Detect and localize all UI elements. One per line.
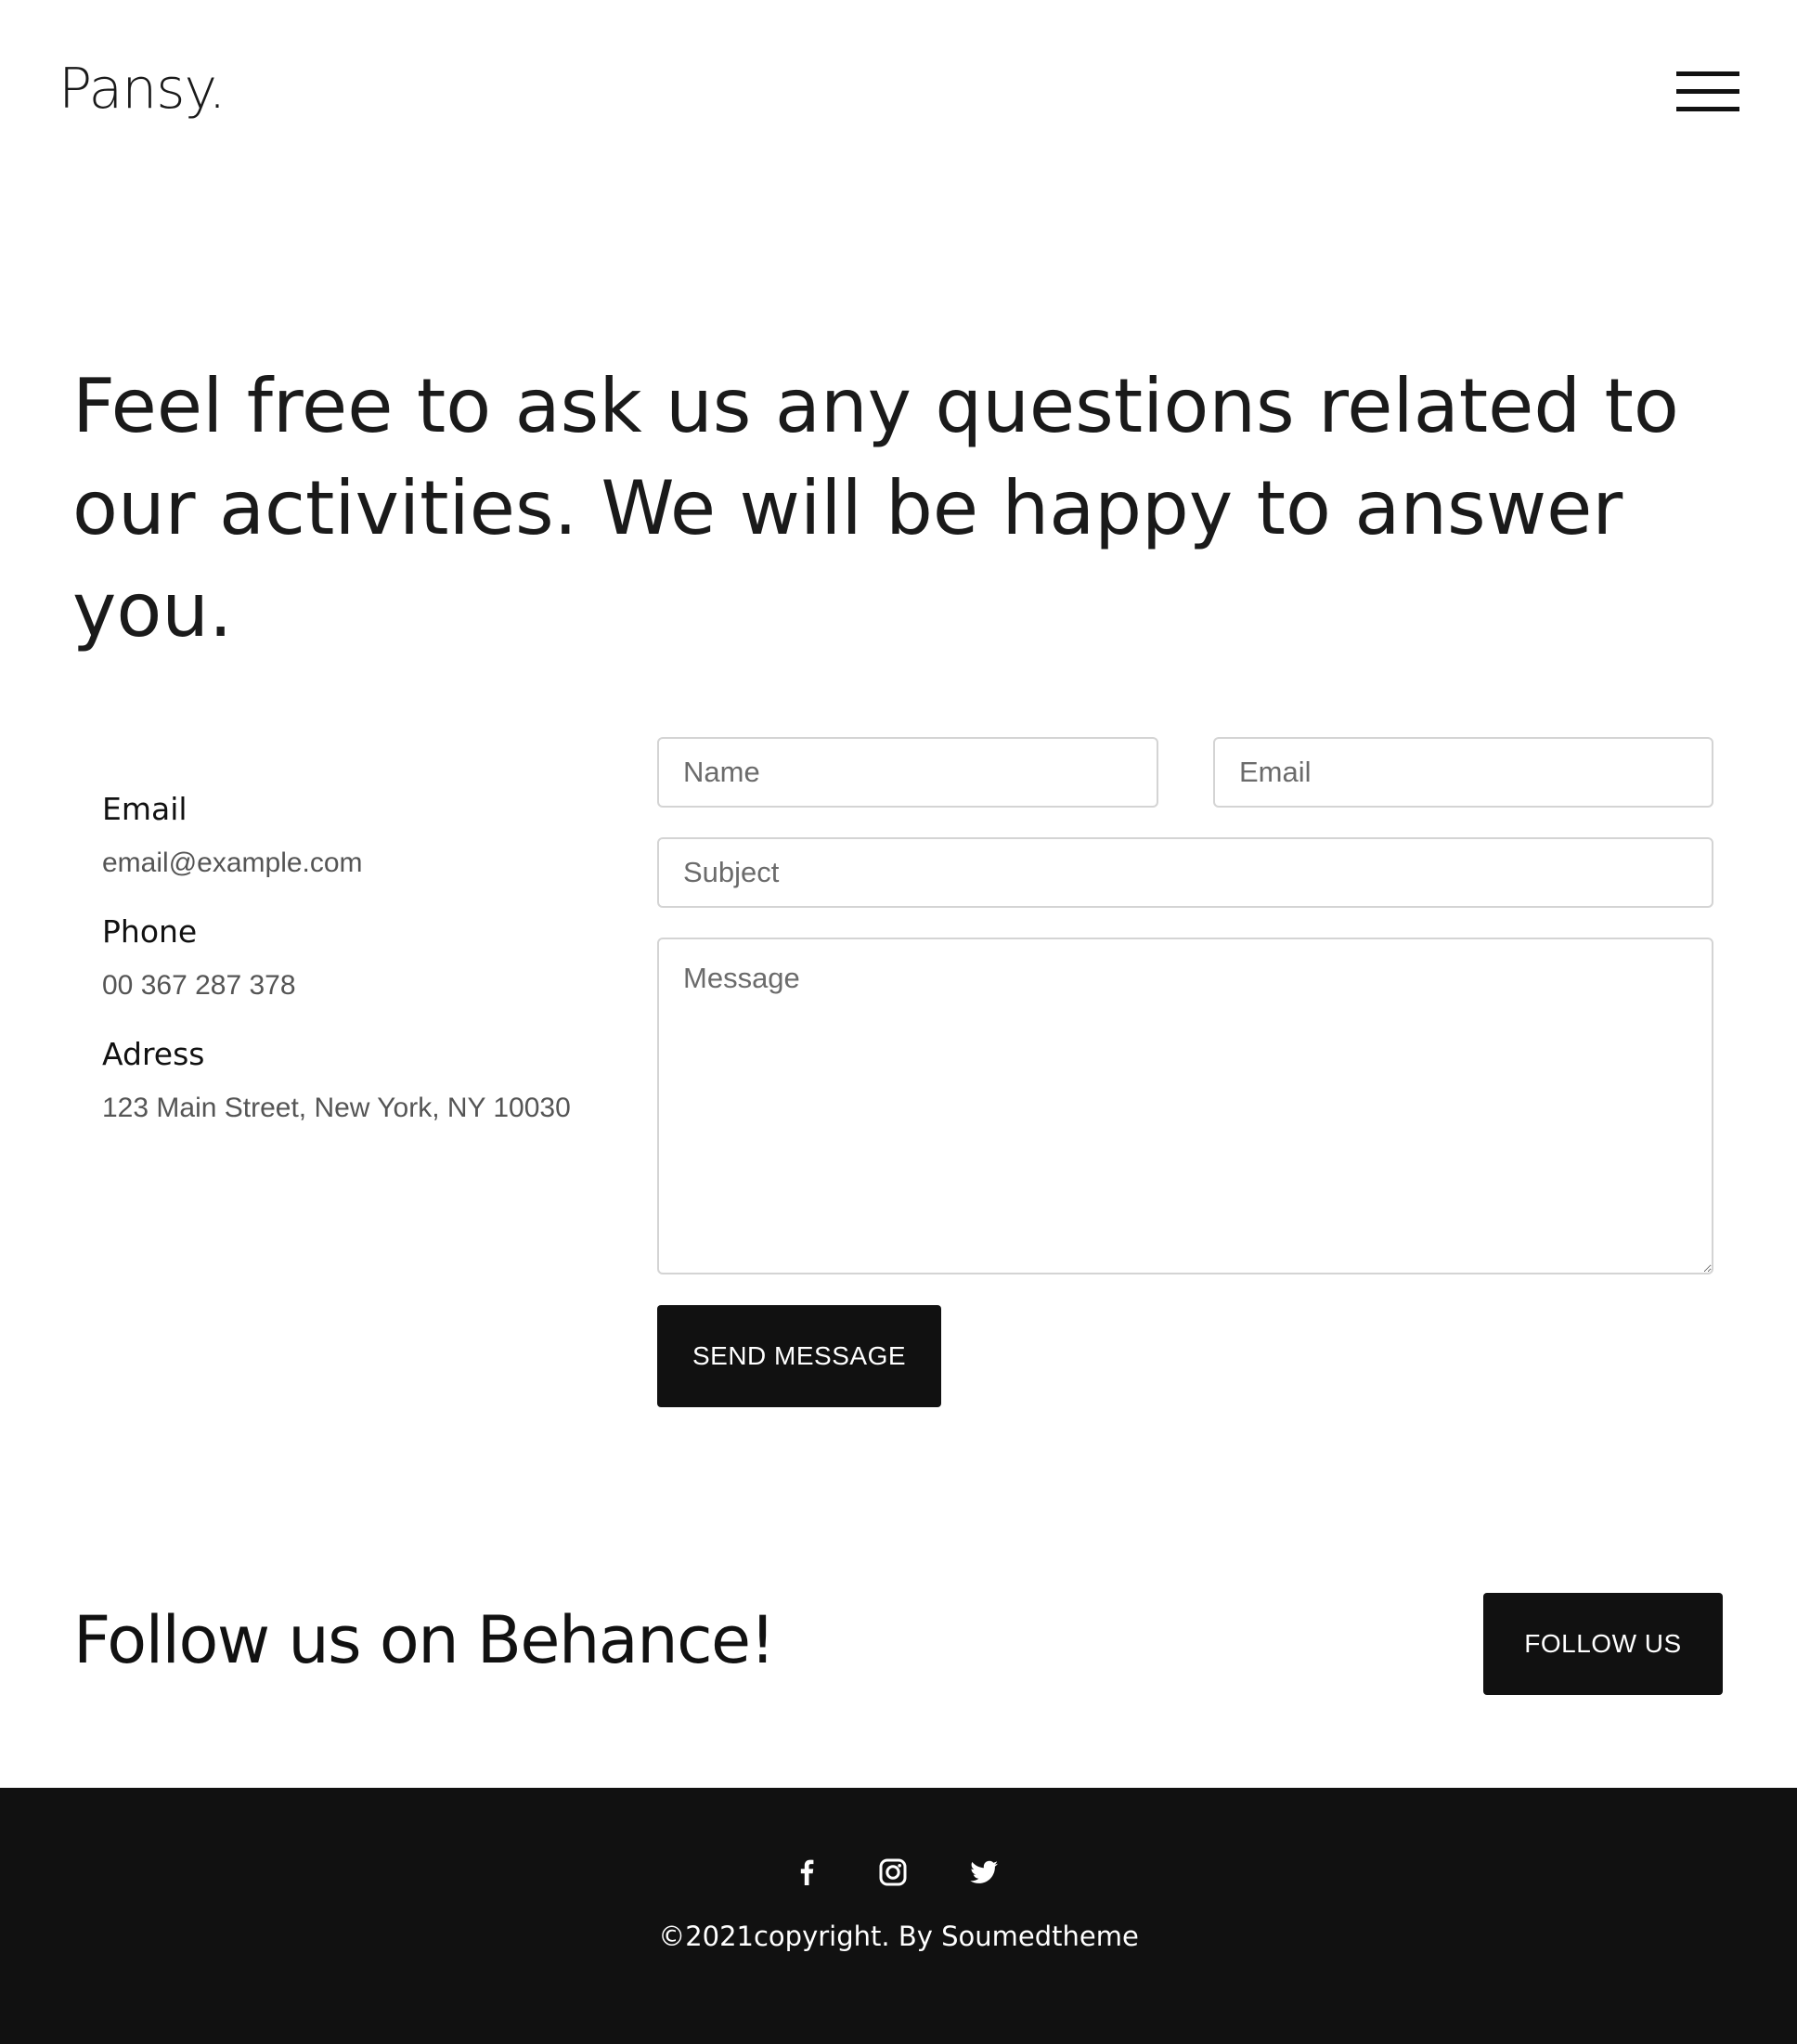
email-value: email@example.com (102, 847, 363, 878)
copyright-text: ©2021copyright. By Soumedtheme (658, 1921, 1139, 1952)
address-value: 123 Main Street, New York, NY 10030 (102, 1093, 571, 1123)
twitter-icon[interactable] (963, 1851, 1005, 1894)
follow-heading: Follow us on Behance! (73, 1602, 776, 1678)
email-label: Email (102, 791, 187, 827)
instagram-icon[interactable] (872, 1851, 914, 1894)
message-textarea[interactable] (657, 938, 1713, 1274)
hero-heading: Feel free to ask us any questions relate… (72, 363, 1679, 653)
phone-label: Phone (102, 913, 198, 950)
menu-bar-middle (1676, 89, 1739, 94)
email-input[interactable] (1213, 737, 1713, 808)
hamburger-menu-icon[interactable] (1676, 71, 1739, 114)
subject-input[interactable] (657, 837, 1713, 908)
menu-bar-bottom (1676, 107, 1739, 111)
menu-bar-top (1676, 71, 1739, 76)
follow-us-button[interactable]: FOLLOW US (1483, 1593, 1723, 1695)
site-logo[interactable]: Pansy. (58, 61, 226, 117)
address-label: Adress (102, 1036, 205, 1072)
social-links (0, 1851, 1797, 1894)
site-header: Pansy. (0, 0, 1797, 186)
facebook-icon[interactable] (785, 1851, 828, 1894)
contact-info: Email email@example.com Phone 00 367 287… (102, 791, 622, 1158)
phone-value: 00 367 287 378 (102, 970, 296, 1001)
site-footer: ©2021copyright. By Soumedtheme (0, 1788, 1797, 2044)
name-input[interactable] (657, 737, 1158, 808)
send-message-button[interactable]: SEND MESSAGE (657, 1305, 941, 1407)
